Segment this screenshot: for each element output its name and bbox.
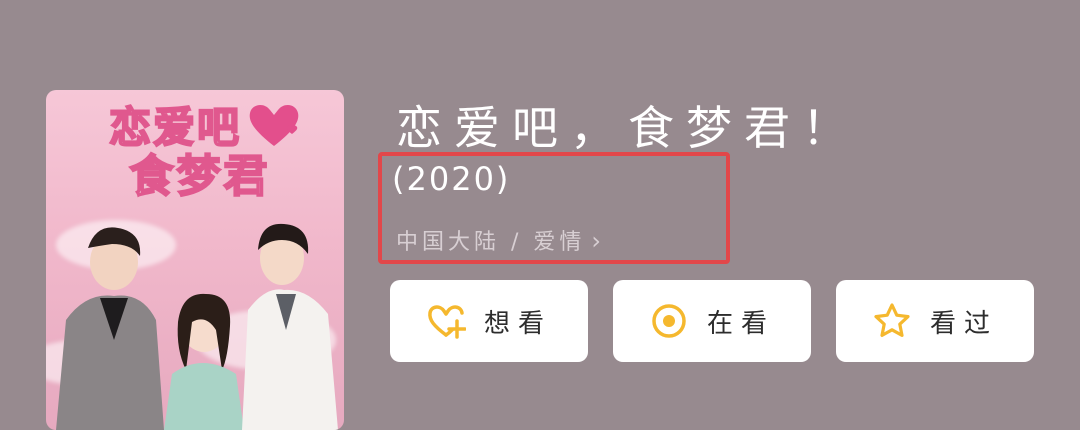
heart-plus-icon xyxy=(428,305,466,339)
want-to-watch-label: 想看 xyxy=(483,308,552,339)
watched-label: 看过 xyxy=(929,308,998,339)
watched-button[interactable]: 看过 xyxy=(836,280,1034,362)
watching-button[interactable]: 在看 xyxy=(613,280,811,362)
movie-poster[interactable]: 恋爱吧 食梦君 xyxy=(46,90,344,430)
heart-icon xyxy=(249,104,299,146)
star-icon xyxy=(874,303,910,337)
highlight-box xyxy=(378,152,730,264)
poster-figures xyxy=(56,223,338,430)
want-to-watch-button[interactable]: 想看 xyxy=(390,280,588,362)
watching-label: 在看 xyxy=(706,308,775,339)
target-circle-icon xyxy=(652,304,686,338)
movie-title: 恋爱吧，食梦君！ xyxy=(396,101,860,155)
poster-title-line2: 食梦君 xyxy=(129,151,271,203)
